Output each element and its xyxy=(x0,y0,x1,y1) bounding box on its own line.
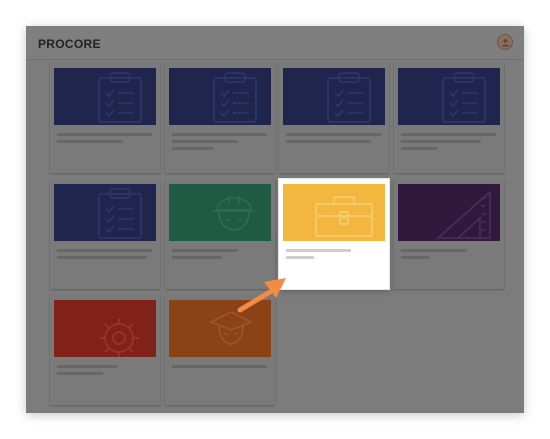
card-thumbnail xyxy=(398,184,500,241)
arrow-pointer-icon xyxy=(237,278,286,313)
card-title-placeholder xyxy=(172,133,267,136)
clipboard-checklist-icon xyxy=(213,72,257,123)
card-title-placeholder xyxy=(57,133,152,136)
clipboard-checklist-icon xyxy=(327,72,371,123)
card-thumbnail xyxy=(398,68,500,125)
tool-card-gear[interactable] xyxy=(50,295,160,405)
user-icon xyxy=(501,38,510,47)
triangle-ruler-icon xyxy=(435,190,491,239)
card-subtitle-placeholder xyxy=(57,372,103,375)
tool-card-checklist-4[interactable] xyxy=(394,63,504,173)
card-title-placeholder xyxy=(57,249,152,252)
card-thumbnail xyxy=(54,68,156,125)
app-window: PROCORE xyxy=(26,26,524,413)
procore-logo[interactable]: PROCORE xyxy=(38,37,101,51)
tool-card-checklist-3[interactable] xyxy=(279,63,389,173)
hard-hat-worker-icon xyxy=(213,196,255,231)
tool-card-checklist-2[interactable] xyxy=(165,63,275,173)
card-thumbnail xyxy=(54,300,156,357)
top-bar: PROCORE xyxy=(26,26,524,60)
card-subtitle-placeholder xyxy=(401,256,429,259)
card-thumbnail xyxy=(169,184,271,241)
user-avatar[interactable] xyxy=(497,34,513,50)
card-title-placeholder xyxy=(172,365,267,368)
clipboard-checklist-icon xyxy=(98,72,142,123)
card-meta-placeholder xyxy=(401,147,437,150)
card-subtitle-placeholder xyxy=(286,256,314,259)
card-subtitle-placeholder xyxy=(172,256,222,259)
card-meta-placeholder xyxy=(172,147,214,150)
card-title-placeholder xyxy=(172,249,238,252)
card-title-placeholder xyxy=(57,365,117,368)
card-thumbnail xyxy=(169,68,271,125)
card-subtitle-placeholder xyxy=(57,256,147,259)
tool-card-checklist-5[interactable] xyxy=(50,179,160,289)
toolbox-icon xyxy=(315,196,373,237)
card-subtitle-placeholder xyxy=(57,140,123,143)
card-title-placeholder xyxy=(401,133,496,136)
gear-icon xyxy=(99,318,139,357)
card-title-placeholder xyxy=(401,249,467,252)
tool-card-ruler[interactable] xyxy=(394,179,504,289)
clipboard-checklist-icon xyxy=(442,72,486,123)
clipboard-checklist-icon xyxy=(98,188,142,239)
card-title-placeholder xyxy=(286,249,351,252)
card-title-placeholder xyxy=(286,133,381,136)
card-thumbnail xyxy=(283,68,385,125)
card-subtitle-placeholder xyxy=(172,140,238,143)
card-thumbnail xyxy=(54,184,156,241)
card-subtitle-placeholder xyxy=(286,140,371,143)
card-thumbnail xyxy=(283,184,385,241)
card-subtitle-placeholder xyxy=(401,140,481,143)
tool-card-checklist-1[interactable] xyxy=(50,63,160,173)
